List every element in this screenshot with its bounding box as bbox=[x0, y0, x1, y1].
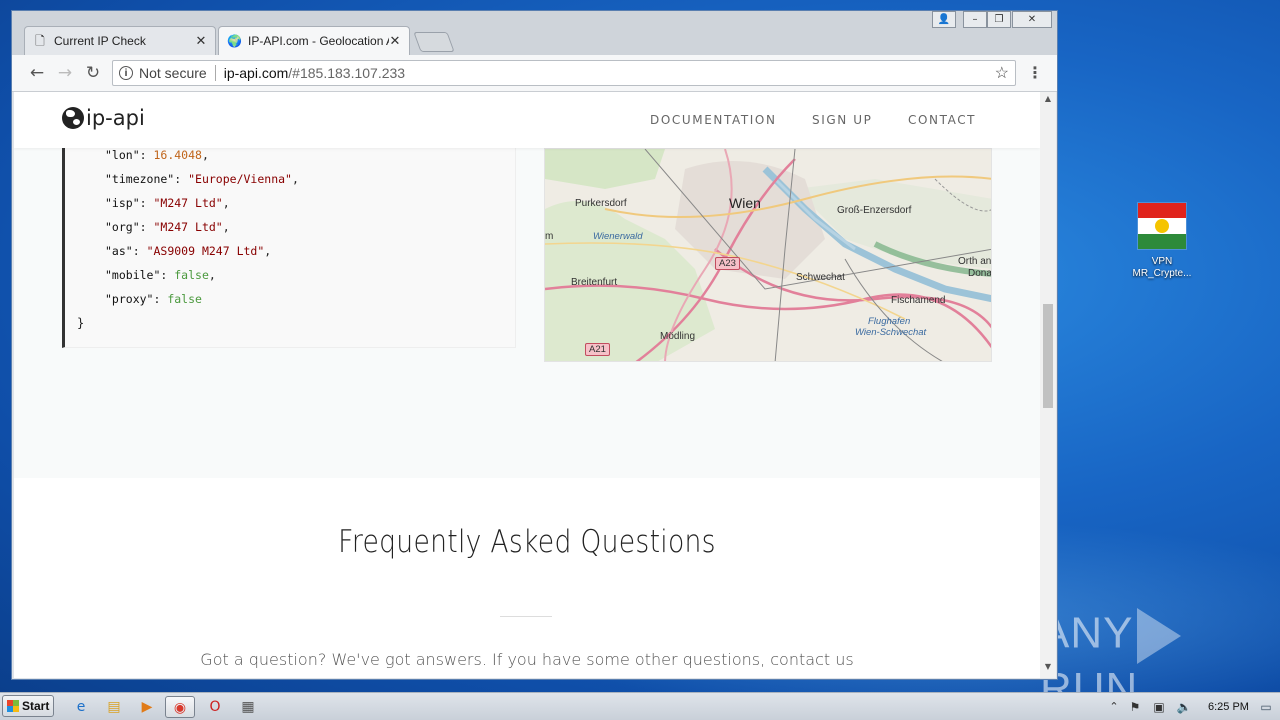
browser-window: 🗋 Current IP Check ✕ 🌍 IP-API.com - Geol… bbox=[11, 10, 1058, 680]
map-label-dona: Dona bbox=[968, 268, 992, 279]
tab-ip-api[interactable]: 🌍 IP-API.com - Geolocation AP ✕ bbox=[218, 26, 410, 55]
site-header: ip-api DOCUMENTATION SIGN UP CONTACT bbox=[14, 92, 1040, 148]
globe-icon: 🌍 bbox=[227, 34, 242, 48]
scroll-up-arrow-icon[interactable]: ▲ bbox=[1040, 94, 1056, 108]
lookup-section: "lon": 16.4048, "timezone": "Europe/Vien… bbox=[14, 148, 1040, 478]
tray-expand-icon[interactable]: ⌃ bbox=[1106, 696, 1122, 718]
json-line: "as": "AS9009 M247 Ltd", bbox=[105, 244, 272, 258]
tab-current-ip-check[interactable]: 🗋 Current IP Check ✕ bbox=[24, 26, 216, 55]
map-label-wien: Wien bbox=[729, 195, 761, 211]
faq-divider bbox=[500, 616, 552, 617]
road-shield-a23: A23 bbox=[715, 257, 740, 270]
map-label-schwechat: Schwechat bbox=[796, 272, 845, 283]
desktop-icon-label-2: MR_Crypte... bbox=[1132, 268, 1192, 279]
faq-heading: Frequently Asked Questions bbox=[338, 524, 716, 560]
close-window-button[interactable]: ✕ bbox=[1012, 11, 1052, 28]
menu-kebab-icon[interactable]: ⋮ bbox=[1027, 63, 1043, 82]
page-viewport: ip-api DOCUMENTATION SIGN UP CONTACT "lo… bbox=[14, 92, 1040, 678]
start-label: Start bbox=[22, 699, 50, 713]
map-label-gross-enzersdorf: Groß-Enzersdorf bbox=[837, 205, 912, 216]
tab-title: Current IP Check bbox=[54, 34, 146, 48]
internet-explorer-icon[interactable]: e bbox=[70, 696, 92, 718]
volume-icon[interactable]: 🔈 bbox=[1175, 696, 1193, 718]
page-scrollbar[interactable]: ▲ ▼ bbox=[1040, 92, 1056, 678]
page-icon: 🗋 bbox=[35, 34, 45, 48]
desktop-icon-vpn[interactable]: VPN MR_Crypte... bbox=[1122, 202, 1202, 280]
minimize-button[interactable]: – bbox=[963, 11, 987, 28]
new-tab-button[interactable] bbox=[413, 32, 455, 52]
url-path: /#185.183.107.233 bbox=[288, 65, 406, 81]
network-icon[interactable]: ▣ bbox=[1150, 696, 1168, 718]
tab-title: IP-API.com - Geolocation AP bbox=[248, 34, 389, 48]
map-label-wienerwald: Wienerwald bbox=[593, 231, 643, 242]
scroll-down-arrow-icon[interactable]: ▼ bbox=[1040, 662, 1056, 676]
taskbar: Start e ▤ ▶ ◉ O ▦ ⌃ ⚑ ▣ 🔈 6:25 PM ▭ bbox=[0, 692, 1280, 720]
address-bar[interactable]: i Not secure ip-api.com /#185.183.107.23… bbox=[112, 60, 1016, 86]
back-arrow-icon[interactable]: ← bbox=[26, 62, 48, 84]
json-line: "proxy": false bbox=[105, 292, 202, 306]
map-label-m: m bbox=[545, 231, 554, 242]
start-button[interactable]: Start bbox=[2, 695, 54, 717]
json-response: "lon": 16.4048, "timezone": "Europe/Vien… bbox=[62, 148, 516, 348]
profile-icon[interactable]: 👤 bbox=[932, 11, 956, 28]
security-status: Not secure bbox=[139, 65, 207, 81]
url-host: ip-api.com bbox=[223, 65, 289, 81]
show-desktop-icon[interactable]: ▭ bbox=[1258, 696, 1274, 718]
json-closing-brace: } bbox=[77, 316, 85, 330]
map-label-flughafen: Flughafen bbox=[868, 316, 911, 327]
json-line: "timezone": "Europe/Vienna", bbox=[105, 172, 299, 186]
forward-arrow-icon[interactable]: → bbox=[54, 62, 76, 84]
windows-logo-icon bbox=[7, 700, 19, 712]
map-label-purkersdorf: Purkersdorf bbox=[575, 198, 627, 209]
divider bbox=[214, 65, 216, 81]
scrollbar-thumb[interactable] bbox=[1043, 304, 1053, 408]
kurdistan-flag-icon bbox=[1137, 202, 1187, 250]
opera-icon[interactable]: O bbox=[204, 696, 226, 718]
map-label-wien-schwechat: Wien-Schwechat bbox=[855, 327, 927, 338]
json-line: "lon": 16.4048, bbox=[105, 148, 209, 162]
action-center-flag-icon[interactable]: ⚑ bbox=[1127, 696, 1143, 718]
nav-contact[interactable]: CONTACT bbox=[908, 113, 976, 127]
ip-api-logo[interactable]: ip-api bbox=[62, 106, 145, 130]
media-player-icon[interactable]: ▶ bbox=[136, 696, 158, 718]
restore-button[interactable]: ❐ bbox=[987, 11, 1011, 28]
tab-strip: 🗋 Current IP Check ✕ 🌍 IP-API.com - Geol… bbox=[12, 11, 1057, 55]
play-icon bbox=[1137, 608, 1182, 664]
bookmark-star-icon[interactable]: ☆ bbox=[995, 63, 1009, 83]
map-label-fischamend: Fischamend bbox=[891, 295, 946, 306]
clock[interactable]: 6:25 PM bbox=[1208, 701, 1249, 713]
road-shield-a21: A21 bbox=[585, 343, 610, 356]
reload-icon[interactable]: ↻ bbox=[82, 62, 104, 84]
desktop-icon-label: VPN bbox=[1151, 256, 1173, 267]
faq-subtitle: Got a question? We've got answers. If yo… bbox=[200, 650, 854, 669]
nav-documentation[interactable]: DOCUMENTATION bbox=[650, 113, 777, 127]
anyrun-watermark: ANYRUN bbox=[1040, 608, 1280, 692]
map-label-modling: Mödling bbox=[660, 331, 696, 342]
json-line: "org": "M247 Ltd", bbox=[105, 220, 230, 234]
info-icon[interactable]: i bbox=[119, 66, 133, 80]
folder-icon[interactable]: ▤ bbox=[103, 696, 125, 718]
json-line: "mobile": false, bbox=[105, 268, 216, 282]
browser-toolbar: ← → ↻ i Not secure ip-api.com /#185.183.… bbox=[12, 55, 1057, 92]
logo-text: ip-api bbox=[86, 106, 145, 130]
chrome-icon[interactable]: ◉ bbox=[165, 696, 195, 718]
faq-section: Frequently Asked Questions Got a questio… bbox=[14, 478, 1040, 678]
json-line: "isp": "M247 Ltd", bbox=[105, 196, 230, 210]
map-label-orth: Orth an bbox=[958, 256, 992, 267]
nav-sign-up[interactable]: SIGN UP bbox=[812, 113, 872, 127]
close-tab-icon[interactable]: ✕ bbox=[195, 33, 207, 49]
app-window-icon[interactable]: ▦ bbox=[237, 696, 259, 718]
map-label-breitenfurt: Breitenfurt bbox=[571, 277, 618, 288]
location-map[interactable]: Wien Purkersdorf Wienerwald m Groß-Enzer… bbox=[544, 148, 992, 362]
globe-logo-icon bbox=[62, 107, 84, 129]
close-tab-icon[interactable]: ✕ bbox=[389, 33, 401, 49]
